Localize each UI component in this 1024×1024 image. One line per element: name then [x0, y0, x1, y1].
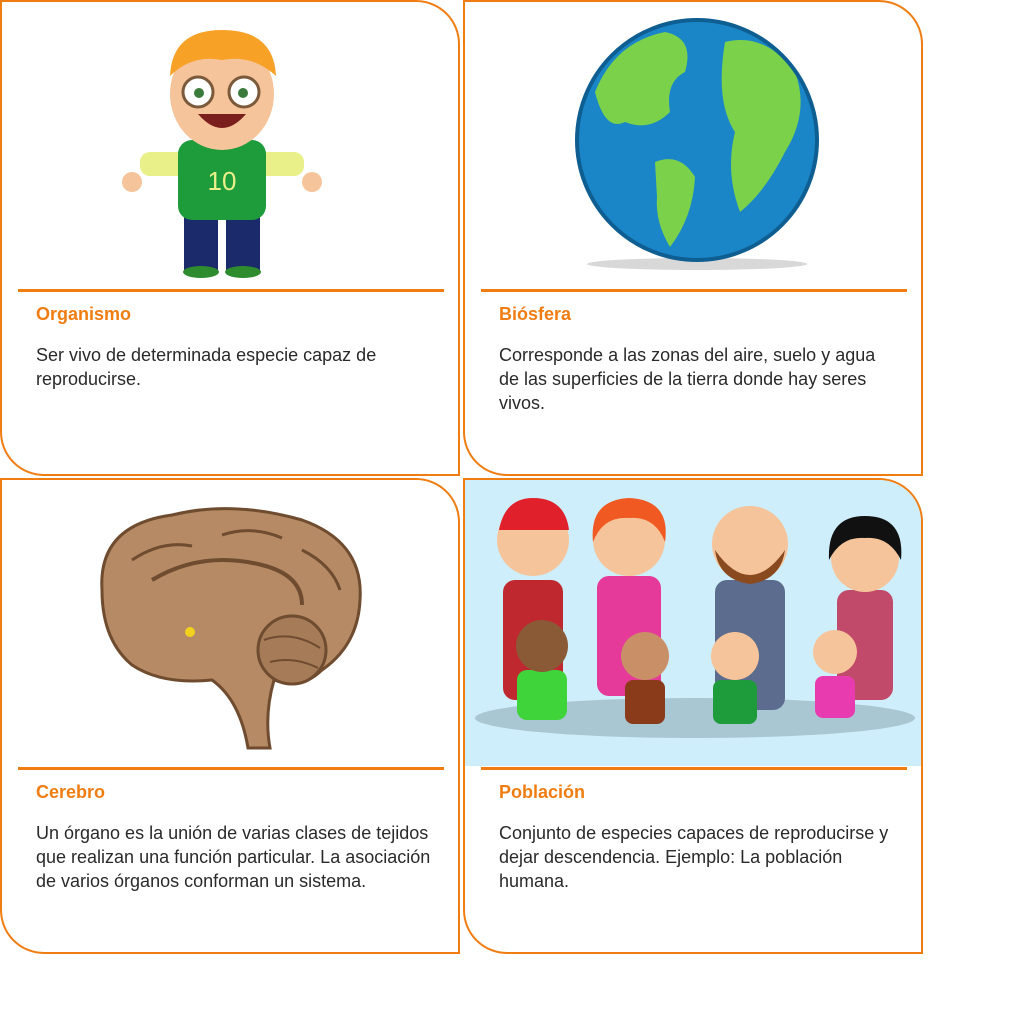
earth-globe-illustration	[465, 2, 921, 288]
brain-illustration	[2, 480, 458, 766]
card-title: Biósfera	[499, 304, 572, 324]
card-title: Organismo	[36, 304, 132, 324]
card-biosfera: Biósfera Corresponde a las zonas del air…	[463, 0, 923, 476]
family-illustration	[465, 480, 921, 766]
divider	[18, 289, 444, 292]
card-organismo: 10 Organismo Ser vivo de determinada esp…	[0, 0, 460, 476]
divider	[18, 767, 444, 770]
divider	[481, 767, 907, 770]
card-poblacion: Población Conjunto de especies capaces d…	[463, 478, 923, 954]
jersey-number: 10	[208, 166, 237, 196]
divider	[481, 289, 907, 292]
card-text: Un órgano es la unión de varias clases d…	[36, 823, 431, 891]
card-title: Cerebro	[36, 782, 106, 802]
card-title: Población	[499, 782, 586, 802]
child-illustration: 10	[2, 2, 458, 288]
card-text: Ser vivo de determinada especie capaz de…	[36, 345, 377, 389]
card-text: Corresponde a las zonas del aire, suelo …	[499, 345, 876, 413]
card-text: Conjunto de especies capaces de reproduc…	[499, 823, 889, 891]
card-cerebro: Cerebro Un órgano es la unión de varias …	[0, 478, 460, 954]
